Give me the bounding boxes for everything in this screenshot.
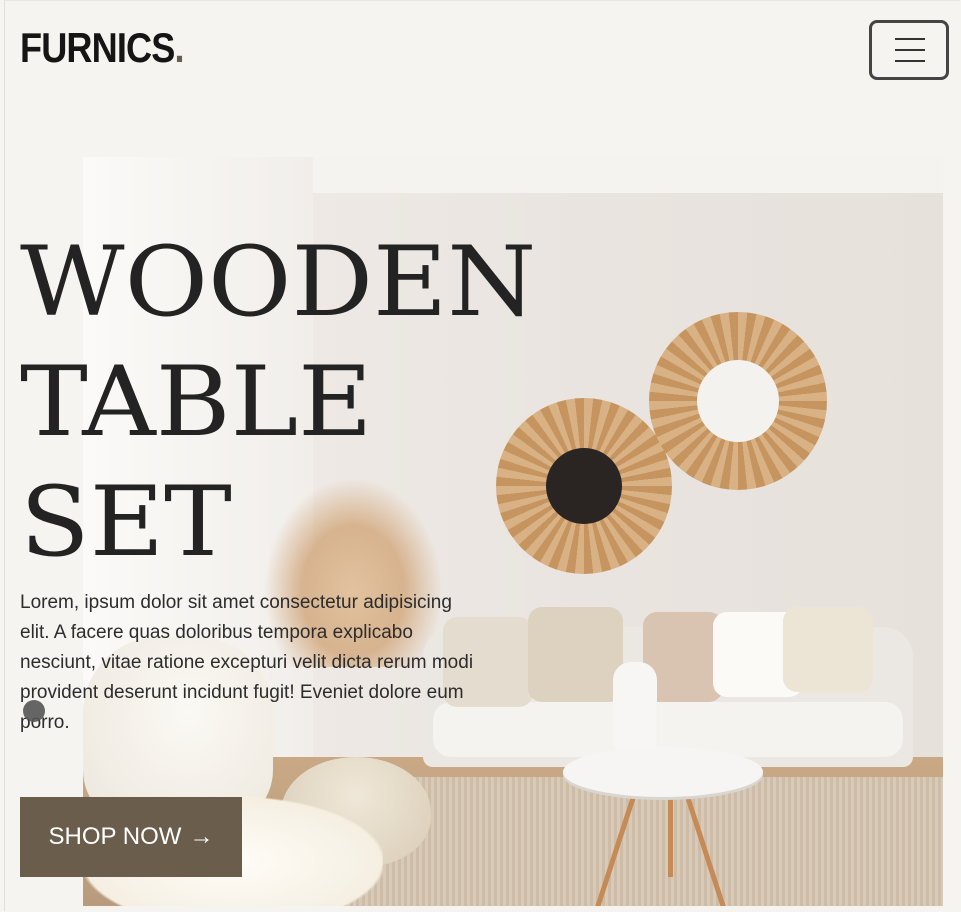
- logo-dot: .: [174, 24, 185, 71]
- hero-title-line-1: WOODEN: [20, 226, 537, 338]
- hero-title: WOODEN TABLE SET: [20, 222, 536, 582]
- shop-now-label: SHOP NOW: [48, 823, 182, 850]
- hero-title-line-3: SET: [20, 466, 232, 578]
- cursor-indicator: [23, 700, 45, 722]
- menu-button[interactable]: [869, 20, 949, 80]
- brand-logo[interactable]: FURNICS.: [20, 24, 185, 72]
- hero-title-line-2: TABLE: [20, 346, 373, 458]
- logo-text: FURNICS: [20, 24, 175, 71]
- arrow-right-icon: →: [189, 823, 214, 850]
- shop-now-button[interactable]: SHOP NOW →: [20, 797, 242, 877]
- hero-description: Lorem, ipsum dolor sit amet consectetur …: [20, 592, 474, 733]
